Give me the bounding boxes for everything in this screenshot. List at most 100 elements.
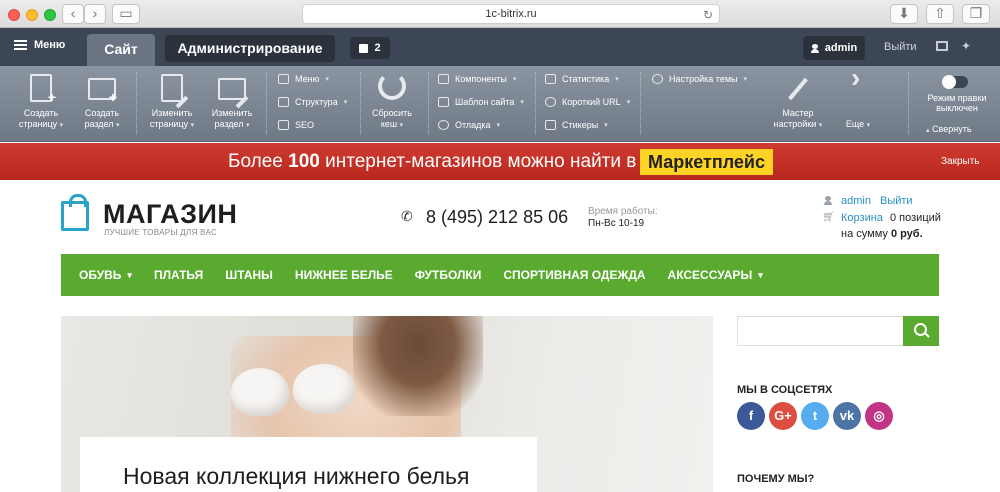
facebook-icon[interactable]: f	[737, 402, 765, 430]
twitter-icon[interactable]: t	[801, 402, 829, 430]
sticker-icon	[545, 120, 556, 130]
close-window-button[interactable]	[8, 9, 20, 21]
new-folder-icon: +	[87, 72, 117, 104]
edit-page-label-2: страницу	[149, 119, 189, 129]
components-icon	[438, 74, 449, 84]
cart-icon: 🛒︎	[822, 212, 835, 223]
working-hours-label: Время работы:	[588, 206, 658, 217]
theme-settings-tool[interactable]: Настройка темы ▾	[652, 74, 747, 84]
tab-site[interactable]: Сайт	[87, 34, 155, 66]
create-page-label-2: страницу	[18, 119, 58, 129]
nav-item-accessories[interactable]: АКСЕССУАРЫ ▾	[668, 268, 763, 282]
create-page-label-1: Создать	[23, 108, 59, 118]
hero-caption-card: Новая коллекция нижнего белья	[80, 437, 537, 492]
edit-page-icon	[157, 72, 189, 109]
admin-menu-button[interactable]: Меню	[14, 39, 65, 51]
short-url-tool-label: Короткий URL	[562, 97, 621, 107]
seo-chart-icon	[278, 120, 289, 130]
notifications-button[interactable]: 2	[350, 37, 390, 59]
template-icon	[438, 97, 449, 107]
components-tool[interactable]: Компоненты ▾	[438, 74, 516, 84]
shopping-bag-logo-icon[interactable]	[61, 194, 89, 231]
edit-section-label-1: Изменить	[211, 108, 253, 118]
components-tool-label: Компоненты	[455, 74, 507, 84]
toolbar-divider	[136, 72, 137, 134]
admin-logout-link[interactable]: Выйти	[884, 41, 917, 53]
banner-close-link[interactable]: Закрыть	[941, 156, 980, 167]
zoom-window-button[interactable]	[44, 9, 56, 21]
create-page-button[interactable]: + Создать страницу ▾	[12, 72, 70, 131]
seo-tool[interactable]: SEO	[278, 120, 314, 130]
nav-item-sportswear[interactable]: СПОРТИВНАЯ ОДЕЖДА	[503, 268, 645, 282]
panel-settings-icon[interactable]	[936, 41, 948, 51]
minimize-window-button[interactable]	[26, 9, 38, 21]
edit-page-button[interactable]: Изменить страницу ▾	[143, 72, 201, 131]
hero-lingerie-shape	[231, 368, 289, 416]
sidebar-toggle-button[interactable]: ▭	[112, 4, 140, 24]
banner-text-number: 100	[288, 151, 320, 172]
admin-username: admin	[824, 42, 858, 54]
forward-button[interactable]: ›	[84, 4, 106, 24]
nav-item-label: АКСЕССУАРЫ	[667, 268, 753, 282]
back-button[interactable]: ‹	[62, 4, 84, 24]
address-bar[interactable]: 1c-bitrix.ru ↻	[302, 4, 720, 24]
phone-icon: ✆	[401, 208, 413, 224]
theme-settings-tool-label: Настройка темы	[669, 74, 738, 84]
site-logo-name[interactable]: МАГАЗИН	[103, 199, 237, 230]
link-icon	[545, 97, 556, 107]
toolbar-divider	[535, 72, 536, 134]
nav-item-pants[interactable]: ШТАНЫ	[225, 268, 273, 282]
more-button[interactable]: › Еще ▾	[833, 64, 883, 131]
nav-item-tshirts[interactable]: ФУТБОЛКИ	[415, 268, 482, 282]
nav-item-underwear[interactable]: НИЖНЕЕ БЕЛЬЕ	[295, 268, 393, 282]
cart-total-value: 0 руб.	[890, 228, 923, 240]
admin-user-button[interactable]: admin	[803, 36, 865, 60]
wizard-label-1: Мастер	[782, 108, 814, 118]
tabs-overview-button[interactable]: ❐	[962, 4, 990, 24]
reload-icon[interactable]: ↻	[703, 6, 713, 24]
structure-tool[interactable]: Структура ▾	[278, 97, 347, 107]
wizard-button[interactable]: Мастер настройки ▾	[765, 72, 831, 131]
instagram-icon[interactable]: ◎	[865, 402, 893, 430]
debug-tool[interactable]: Отладка ▾	[438, 120, 500, 130]
reset-cache-button[interactable]: Сбросить кеш ▾	[362, 72, 422, 131]
short-url-tool[interactable]: Короткий URL ▾	[545, 97, 630, 107]
collapse-toolbar-button[interactable]: ▴ Свернуть	[926, 124, 972, 134]
header-user-link[interactable]: admin	[841, 195, 871, 207]
edit-mode-toggle[interactable]	[942, 75, 968, 89]
menu-tool[interactable]: Меню ▾	[278, 74, 329, 84]
statistics-tool[interactable]: Статистика ▾	[545, 74, 619, 84]
hamburger-icon	[14, 40, 27, 50]
why-us-title: ПОЧЕМУ МЫ?	[737, 473, 815, 485]
marketplace-button[interactable]: Маркетплейс	[640, 149, 773, 175]
search-button[interactable]	[903, 316, 939, 346]
cart-link[interactable]: Корзина	[841, 212, 883, 224]
cart-total: на сумму 0 руб.	[841, 228, 923, 240]
downloads-button[interactable]: ⬇	[890, 4, 918, 24]
google-plus-icon[interactable]: G+	[769, 402, 797, 430]
search-input[interactable]	[737, 316, 904, 346]
stickers-tool[interactable]: Стикеры ▾	[545, 120, 608, 130]
vk-icon[interactable]: vk	[833, 402, 861, 430]
tab-administration[interactable]: Администрирование	[165, 35, 335, 62]
more-label: Еще	[845, 119, 865, 129]
nav-item-dresses[interactable]: ПЛАТЬЯ	[154, 268, 203, 282]
notifications-count: 2	[374, 42, 381, 54]
seo-tool-label: SEO	[295, 120, 315, 130]
hero-slider[interactable]: Новая коллекция нижнего белья	[61, 316, 713, 492]
toolbar-divider	[908, 72, 909, 134]
edit-folder-icon	[217, 72, 249, 109]
edit-mode-label-1: Режим правки	[927, 93, 987, 103]
header-logout-link[interactable]: Выйти	[880, 195, 913, 207]
nav-item-shoes[interactable]: ОБУВЬ ▾	[79, 268, 132, 282]
create-section-button[interactable]: + Создать раздел ▾	[73, 72, 131, 131]
pin-icon[interactable]: ✦	[961, 39, 971, 53]
chevron-down-icon: ▾	[127, 269, 132, 280]
site-template-tool[interactable]: Шаблон сайта ▾	[438, 97, 524, 107]
phone-number[interactable]: 8 (495) 212 85 06	[426, 207, 568, 228]
statistics-tool-label: Статистика	[562, 74, 610, 84]
share-button[interactable]: ⇧	[926, 4, 954, 24]
structure-icon	[278, 97, 289, 107]
toolbar-divider	[360, 72, 361, 134]
edit-section-button[interactable]: Изменить раздел ▾	[203, 72, 261, 131]
